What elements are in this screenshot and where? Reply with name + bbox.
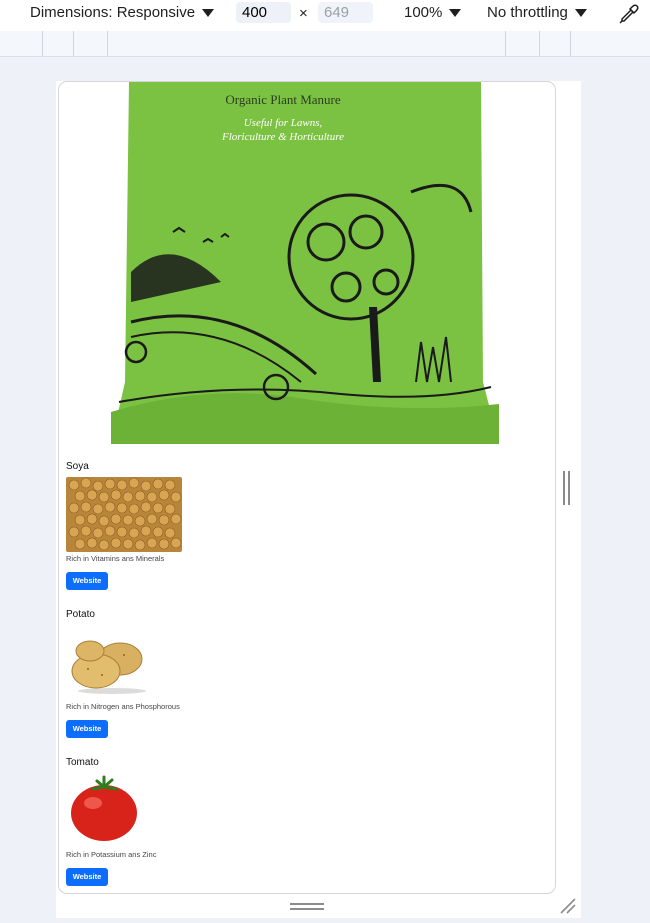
bottom-resize-handle[interactable]	[290, 903, 324, 911]
device-toolbar: Dimensions: Responsive 400 × 649 100% No…	[0, 0, 650, 32]
chevron-down-icon	[449, 8, 462, 17]
height-input[interactable]: 649	[318, 2, 373, 23]
item-description: Rich in Vitamins ans Minerals	[66, 554, 165, 563]
item-title: Soya	[66, 461, 89, 472]
right-resize-handle[interactable]	[563, 471, 571, 505]
list-item: Soya	[66, 461, 89, 472]
throttling-label: No throttling	[487, 4, 568, 21]
item-title: Tomato	[66, 757, 99, 768]
width-value: 400	[242, 4, 268, 21]
chevron-down-icon	[202, 8, 215, 17]
content-card: Organic Plant Manure Useful for Lawns, F…	[58, 81, 556, 894]
height-placeholder: 649	[324, 4, 350, 21]
page-viewport: Organic Plant Manure Useful for Lawns, F…	[56, 81, 581, 918]
width-input[interactable]: 400	[236, 2, 291, 23]
list-item: Tomato	[66, 757, 99, 768]
throttling-dropdown[interactable]: No throttling	[487, 4, 587, 21]
eyedropper-icon[interactable]	[617, 2, 641, 26]
bag-tagline-2: Floriculture & Horticulture	[221, 131, 344, 143]
zoom-label: 100%	[404, 4, 443, 21]
hero-image: Organic Plant Manure Useful for Lawns, F…	[111, 82, 499, 447]
media-query-bar[interactable]	[0, 31, 650, 57]
bag-tagline-1: Useful for Lawns,	[244, 117, 323, 129]
potato-image	[66, 625, 150, 695]
chevron-down-icon	[574, 8, 587, 17]
website-button[interactable]: Website	[66, 572, 108, 590]
corner-resize-handle-icon[interactable]	[558, 896, 578, 916]
list-item: Potato	[66, 609, 95, 620]
item-description: Rich in Nitrogen ans Phosphorous	[66, 702, 180, 711]
tomato-image	[69, 773, 139, 843]
soya-image	[66, 477, 182, 552]
item-description: Rich in Potassium ans Zinc	[66, 850, 157, 859]
bag-subtitle: Organic Plant Manure	[225, 92, 341, 107]
website-button[interactable]: Website	[66, 868, 108, 886]
dimensions-dropdown[interactable]: Dimensions: Responsive	[30, 4, 215, 21]
times-sign: ×	[299, 5, 308, 22]
website-button[interactable]: Website	[66, 720, 108, 738]
item-title: Potato	[66, 609, 95, 620]
zoom-dropdown[interactable]: 100%	[404, 4, 462, 21]
dimensions-label: Dimensions: Responsive	[30, 4, 196, 21]
